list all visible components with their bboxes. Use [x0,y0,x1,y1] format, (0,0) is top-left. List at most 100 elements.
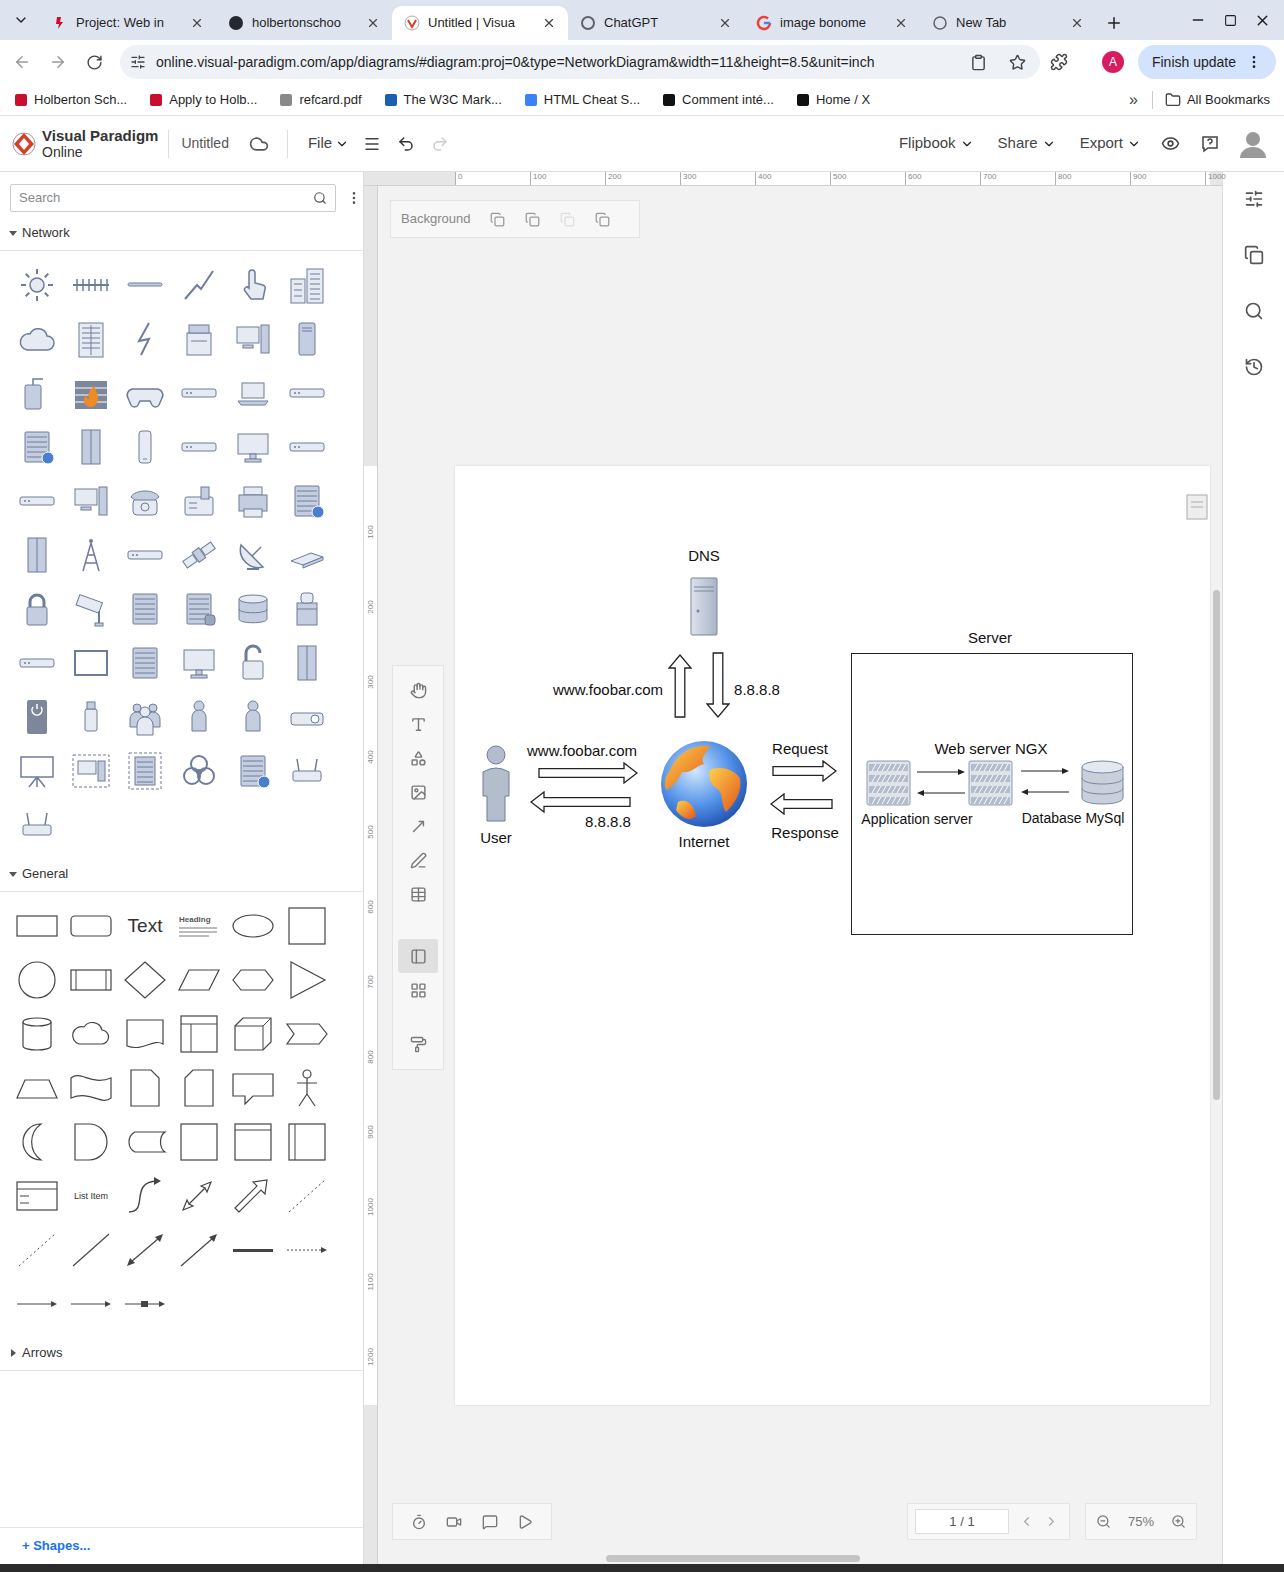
general-shape[interactable] [172,1223,226,1277]
site-info-icon[interactable] [130,54,146,70]
pagecut-shape-icon[interactable] [177,1068,221,1108]
network-shape[interactable] [64,420,118,474]
network-shape[interactable] [10,636,64,690]
network-shape[interactable] [280,474,334,528]
network-shape[interactable] [118,582,172,636]
browser-tab[interactable]: ChatGPT [568,6,744,40]
diagram-arrow[interactable] [668,654,692,718]
para-shape-icon[interactable] [177,960,221,1000]
network-shape[interactable] [64,528,118,582]
general-shape[interactable] [10,1223,64,1277]
image-tool[interactable] [398,775,438,809]
user-avatar-icon[interactable] [1238,129,1268,159]
general-shape[interactable] [226,953,280,1007]
bookmark-item[interactable]: HTML Cheat S... [524,90,640,110]
hollow-arrow-icon[interactable] [538,762,638,784]
minimize-button[interactable] [1182,12,1214,28]
resize-page-icon[interactable] [595,212,610,227]
node-label[interactable]: Internet [679,834,730,850]
panel-tool[interactable] [398,939,438,973]
general-shape[interactable] [118,1115,172,1169]
close-window-button[interactable] [1246,12,1278,29]
general-shape[interactable] [226,1223,280,1277]
network-shape[interactable] [172,366,226,420]
document-title[interactable]: Untitled [181,133,228,154]
network-shape[interactable] [172,582,226,636]
server-icon[interactable] [968,760,1013,806]
diagram-arrow[interactable] [772,760,837,782]
network-shape[interactable] [172,420,226,474]
browser-tab[interactable]: Project: Web in [40,6,216,40]
network-shape[interactable] [226,474,280,528]
network-shape[interactable] [118,312,172,366]
network-shape[interactable] [226,582,280,636]
connector-tool[interactable] [398,809,438,843]
heading-shape[interactable]: Heading [179,915,219,937]
network-shape[interactable] [280,528,334,582]
forward-button[interactable] [40,53,76,71]
list-shape-icon[interactable] [15,1176,59,1216]
general-shape[interactable] [64,899,118,953]
network-shape[interactable] [64,744,118,798]
sidebar-menu-icon[interactable] [346,190,362,206]
text-shape[interactable]: Text [128,914,163,938]
callout-shape-icon[interactable] [231,1068,275,1108]
hand-tool[interactable] [398,673,438,707]
arrow-label[interactable]: www.foobar.com [553,682,663,698]
moon-shape-icon[interactable] [15,1122,59,1162]
dblarrow-shape-icon[interactable] [177,1176,221,1216]
network-shape[interactable] [10,420,64,474]
network-shape[interactable] [64,258,118,312]
arrowthin-shape-icon[interactable] [177,1230,221,1270]
network-shape[interactable] [280,690,334,744]
list-item-shape[interactable]: List Item [74,1190,108,1202]
general-shape[interactable] [118,1223,172,1277]
network-shape[interactable] [118,258,172,312]
all-bookmarks[interactable]: All Bookmarks [1165,90,1270,110]
finish-update-button[interactable]: Finish update [1138,45,1276,79]
general-shape[interactable] [64,1277,118,1331]
general-shape[interactable] [280,953,334,1007]
bookmark-item[interactable]: Comment inté... [662,90,774,110]
section-header[interactable]: Arrows [0,1342,363,1364]
dotted-shape-icon[interactable] [285,1176,329,1216]
timer-icon[interactable] [411,1514,427,1530]
maximize-button[interactable] [1214,14,1246,27]
general-shape[interactable] [226,899,280,953]
back-button[interactable] [4,53,40,71]
general-shape[interactable] [10,899,64,953]
pen-tool[interactable] [398,843,438,877]
general-shape[interactable] [280,1115,334,1169]
diagram-node[interactable] [866,760,911,806]
general-shape[interactable] [172,953,226,1007]
database-icon[interactable] [1080,759,1125,806]
diamond-shape-icon[interactable] [123,960,167,1000]
general-shape[interactable] [118,953,172,1007]
diagram-arrow[interactable] [706,652,730,718]
bookmark-item[interactable]: Home / X [796,90,870,110]
connector-arrows-icon[interactable] [916,766,966,798]
general-shape[interactable] [118,1007,172,1061]
arrow-label[interactable]: www.foobar.com [527,743,637,759]
node-label[interactable]: Database MySql [1022,810,1125,826]
diagram-node[interactable] [660,740,748,828]
network-shape[interactable] [280,420,334,474]
general-shape[interactable] [10,1061,64,1115]
arrowline-shape-icon[interactable] [15,1284,59,1324]
general-shape[interactable]: List Item [64,1169,118,1223]
properties-icon[interactable] [1244,189,1264,209]
arrow-label[interactable]: Response [771,825,839,841]
url-text[interactable]: online.visual-paradigm.com/app/diagrams/… [156,52,960,73]
rrect-shape-icon[interactable] [69,906,113,946]
dns-server-icon[interactable] [690,577,718,636]
page-shape-icon[interactable] [123,1068,167,1108]
diagram-node[interactable] [968,760,1013,806]
rect-shape-icon[interactable] [15,906,59,946]
previous-page-icon[interactable] [1019,1514,1034,1529]
browser-tab[interactable]: Untitled | Visua [392,6,568,40]
cube-shape-icon[interactable] [231,1014,275,1054]
cloud-save-icon[interactable] [249,134,269,154]
text-tool[interactable] [398,707,438,741]
network-shape[interactable] [10,258,64,312]
squareside-shape-icon[interactable] [285,1122,329,1162]
